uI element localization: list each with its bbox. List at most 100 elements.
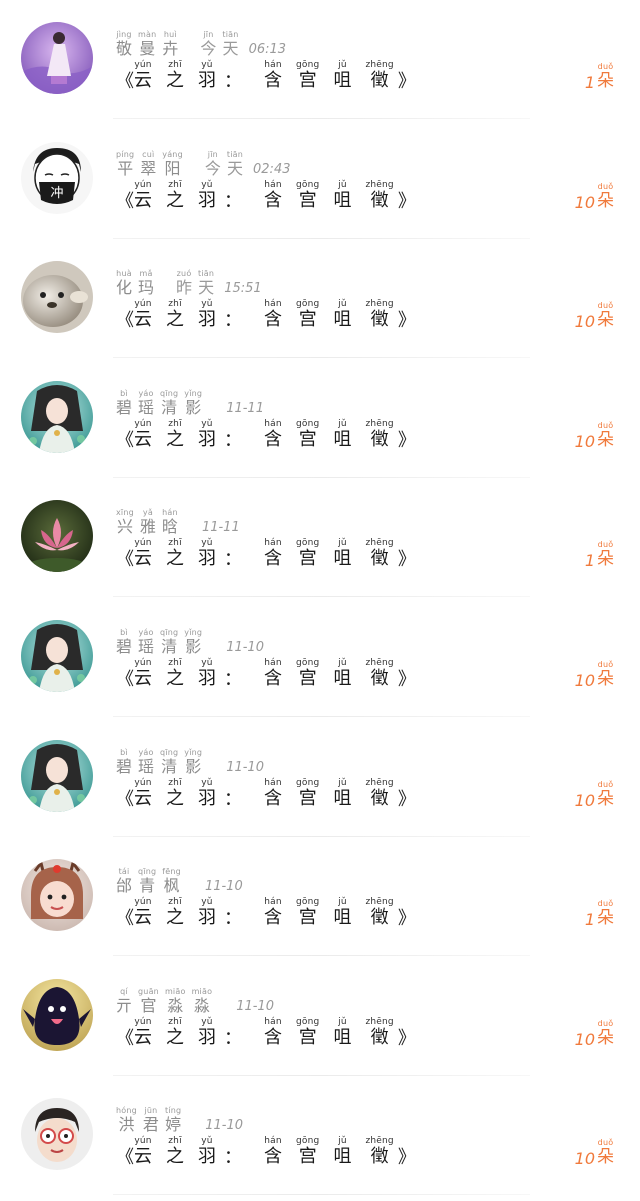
sender-name-hanzi: 清 — [161, 398, 178, 417]
relative-day-hanzi: 昨 — [176, 278, 193, 297]
gift-record-row[interactable]: bì 碧 yáo 瑶 qīng 清 yǐng 影 11-10 《 yún 云 zhī 之 yǔ 羽 ： hán 含 g… — [0, 718, 640, 837]
work-name-hanzi: 之 — [166, 907, 184, 928]
title-open-bracket: 《 — [116, 549, 134, 570]
flower-unit-hanzi: 朵 — [597, 310, 614, 330]
record-meta: bì 碧 yáo 瑶 qīng 清 yǐng 影 11-10 — [116, 749, 264, 777]
work-subtitle: hán 含 gōng 宫 jǔ 咀 zhēng 徵 — [264, 779, 394, 810]
sender-name[interactable]: píng 平 cuì 翠 yáng 阳 — [116, 151, 183, 179]
record-timestamp: 11-10 — [224, 639, 264, 657]
relative-day-char: tiān 天 — [222, 31, 238, 59]
title-open-bracket: 《 — [116, 1028, 134, 1049]
work-name-char: zhī 之 — [166, 61, 184, 92]
sender-name[interactable]: qí 亓 guān 官 miāo 淼 miāo 淼 — [116, 988, 212, 1016]
title-close-bracket: 》 — [397, 549, 416, 570]
avatar-fantasy-girl[interactable] — [21, 620, 93, 692]
work-name-hanzi: 之 — [166, 429, 184, 450]
title-close-bracket: 》 — [397, 1028, 416, 1049]
sender-name[interactable]: bì 碧 yáo 瑶 qīng 清 yǐng 影 — [116, 390, 202, 418]
record-meta: bì 碧 yáo 瑶 qīng 清 yǐng 影 11-11 — [116, 390, 264, 418]
avatar-image — [21, 979, 93, 1051]
record-meta: xīng 兴 yǎ 雅 hán 晗 11-11 — [116, 509, 240, 537]
work-name: yún 云 zhī 之 yǔ 羽 — [134, 420, 216, 451]
sender-name-char: jūn 君 — [143, 1107, 159, 1135]
sender-name-hanzi: 淼 — [167, 996, 184, 1015]
avatar-plush-toy[interactable] — [21, 979, 93, 1051]
flower-count: 10 duǒ 朵 — [575, 422, 614, 452]
sender-name-char: yǐng 影 — [184, 749, 202, 777]
relative-day-hanzi: 天 — [222, 39, 239, 58]
sender-name[interactable]: hóng 洪 jūn 君 tíng 婷 — [116, 1107, 181, 1135]
work-subtitle-hanzi: 徵 — [370, 907, 389, 928]
gift-record-row[interactable]: jìng 敬 màn 曼 huì 卉 jīn 今 tiān 天 06:13 《 yún 云 zhī 之 yǔ 羽 ：… — [0, 0, 640, 119]
sender-name[interactable]: tái 邰 qīng 青 fēng 枫 — [116, 868, 181, 896]
work-subtitle-hanzi: 宫 — [298, 1146, 317, 1167]
gift-record-row[interactable]: 冲 píng 平 cuì 翠 yáng 阳 jīn 今 tiān 天 02:43 《 yún 云 zhī 之 yǔ… — [0, 120, 640, 239]
flower-count: 1 duǒ 朵 — [585, 541, 614, 571]
flower-count-number: 10 — [574, 193, 595, 212]
avatar-fantasy-girl[interactable] — [21, 381, 93, 453]
work-name-hanzi: 之 — [166, 1027, 184, 1048]
avatar-lavender-girl[interactable] — [21, 22, 93, 94]
avatar-lotus[interactable] — [21, 500, 93, 572]
avatar-glasses-boy[interactable] — [21, 1098, 93, 1170]
work-subtitle-char: jǔ 咀 — [333, 779, 351, 810]
relative-day-hanzi: 天 — [226, 159, 243, 178]
record-time: 15:51 — [224, 281, 262, 296]
sender-name[interactable]: bì 碧 yáo 瑶 qīng 清 yǐng 影 — [116, 629, 202, 657]
sender-name-char: bì 碧 — [116, 629, 132, 657]
sender-name-hanzi: 阳 — [164, 159, 181, 178]
avatar-masked-boy[interactable]: 冲 — [21, 142, 93, 214]
gift-record-row[interactable]: tái 邰 qīng 青 fēng 枫 11-10 《 yún 云 zhī 之 yǔ 羽 ： hán 含 gōng… — [0, 837, 640, 956]
flower-unit-char: duǒ 朵 — [597, 422, 614, 452]
work-name-hanzi: 云 — [134, 429, 152, 450]
sender-name-char: qīng 青 — [138, 868, 156, 896]
work-title: 《 yún 云 zhī 之 yǔ 羽 ： hán 含 gōng 宫 jǔ 咀 zhēng 徵》 — [116, 420, 416, 451]
record-time: 11-11 — [201, 520, 240, 535]
record-meta: qí 亓 guān 官 miāo 淼 miāo 淼 11-10 — [116, 988, 274, 1016]
work-subtitle-hanzi: 含 — [264, 788, 282, 809]
work-name: yún 云 zhī 之 yǔ 羽 — [134, 898, 216, 929]
work-subtitle-char: jǔ 咀 — [333, 61, 351, 92]
work-subtitle-char: hán 含 — [264, 300, 282, 331]
work-subtitle-hanzi: 咀 — [333, 548, 352, 569]
gift-record-row[interactable]: qí 亓 guān 官 miāo 淼 miāo 淼 11-10 《 yún 云 zhī 之 yǔ 羽 ： hán 含… — [0, 957, 640, 1076]
gift-record-row[interactable]: hóng 洪 jūn 君 tíng 婷 11-10 《 yún 云 zhī 之 yǔ 羽 ： hán 含 gōng… — [0, 1076, 640, 1195]
work-name-char: yǔ 羽 — [198, 420, 216, 451]
sender-name[interactable]: huà 化 mǎ 玛 — [116, 270, 154, 298]
work-name-hanzi: 羽 — [198, 1027, 216, 1048]
sender-name-char: guān 官 — [138, 988, 159, 1016]
title-open-bracket: 《 — [116, 1147, 134, 1168]
sender-name-hanzi: 清 — [161, 757, 178, 776]
sender-name[interactable]: jìng 敬 màn 曼 huì 卉 — [116, 31, 178, 59]
avatar-reindeer-kid[interactable] — [21, 859, 93, 931]
work-subtitle-char: jǔ 咀 — [333, 300, 351, 331]
work-name-hanzi: 云 — [134, 907, 152, 928]
work-name-char: zhī 之 — [166, 898, 184, 929]
work-subtitle-hanzi: 咀 — [333, 1146, 352, 1167]
relative-day-char: tiān 天 — [227, 151, 243, 179]
gift-record-row[interactable]: huà 化 mǎ 玛 zuó 昨 tiān 天 15:51 《 yún 云 zhī 之 yǔ 羽 ： hán 含 gō… — [0, 239, 640, 358]
flower-count: 10 duǒ 朵 — [575, 781, 614, 811]
flower-count: 10 duǒ 朵 — [575, 1139, 614, 1169]
work-name-hanzi: 羽 — [198, 668, 216, 689]
sender-name[interactable]: bì 碧 yáo 瑶 qīng 清 yǐng 影 — [116, 749, 202, 777]
sender-name-hanzi: 影 — [185, 398, 202, 417]
work-subtitle: hán 含 gōng 宫 jǔ 咀 zhēng 徵 — [264, 1137, 394, 1168]
work-name-char: yún 云 — [134, 898, 152, 929]
work-subtitle-hanzi: 含 — [264, 548, 282, 569]
gift-record-row[interactable]: bì 碧 yáo 瑶 qīng 清 yǐng 影 11-11 《 yún 云 zhī 之 yǔ 羽 ： hán 含 g… — [0, 359, 640, 478]
title-open-bracket: 《 — [116, 789, 134, 810]
work-title: 《 yún 云 zhī 之 yǔ 羽 ： hán 含 gōng 宫 jǔ 咀 zhēng 徵》 — [116, 898, 416, 929]
flower-count-number: 1 — [584, 73, 595, 92]
sender-name-hanzi: 碧 — [116, 637, 133, 656]
gift-record-row[interactable]: xīng 兴 yǎ 雅 hán 晗 11-11 《 yún 云 zhī 之 yǔ 羽 ： hán 含 gōng 宫 j… — [0, 478, 640, 597]
avatar-seal[interactable] — [21, 261, 93, 333]
sender-name[interactable]: xīng 兴 yǎ 雅 hán 晗 — [116, 509, 178, 537]
sender-name-char: bì 碧 — [116, 749, 132, 777]
sender-name-char: yǐng 影 — [184, 629, 202, 657]
flower-unit-char: duǒ 朵 — [597, 781, 614, 811]
gift-record-row[interactable]: bì 碧 yáo 瑶 qīng 清 yǐng 影 11-10 《 yún 云 zhī 之 yǔ 羽 ： hán 含 g… — [0, 598, 640, 717]
avatar-fantasy-girl[interactable] — [21, 740, 93, 812]
work-subtitle-char: zhēng 徵 — [365, 61, 393, 92]
avatar-image — [21, 620, 93, 692]
